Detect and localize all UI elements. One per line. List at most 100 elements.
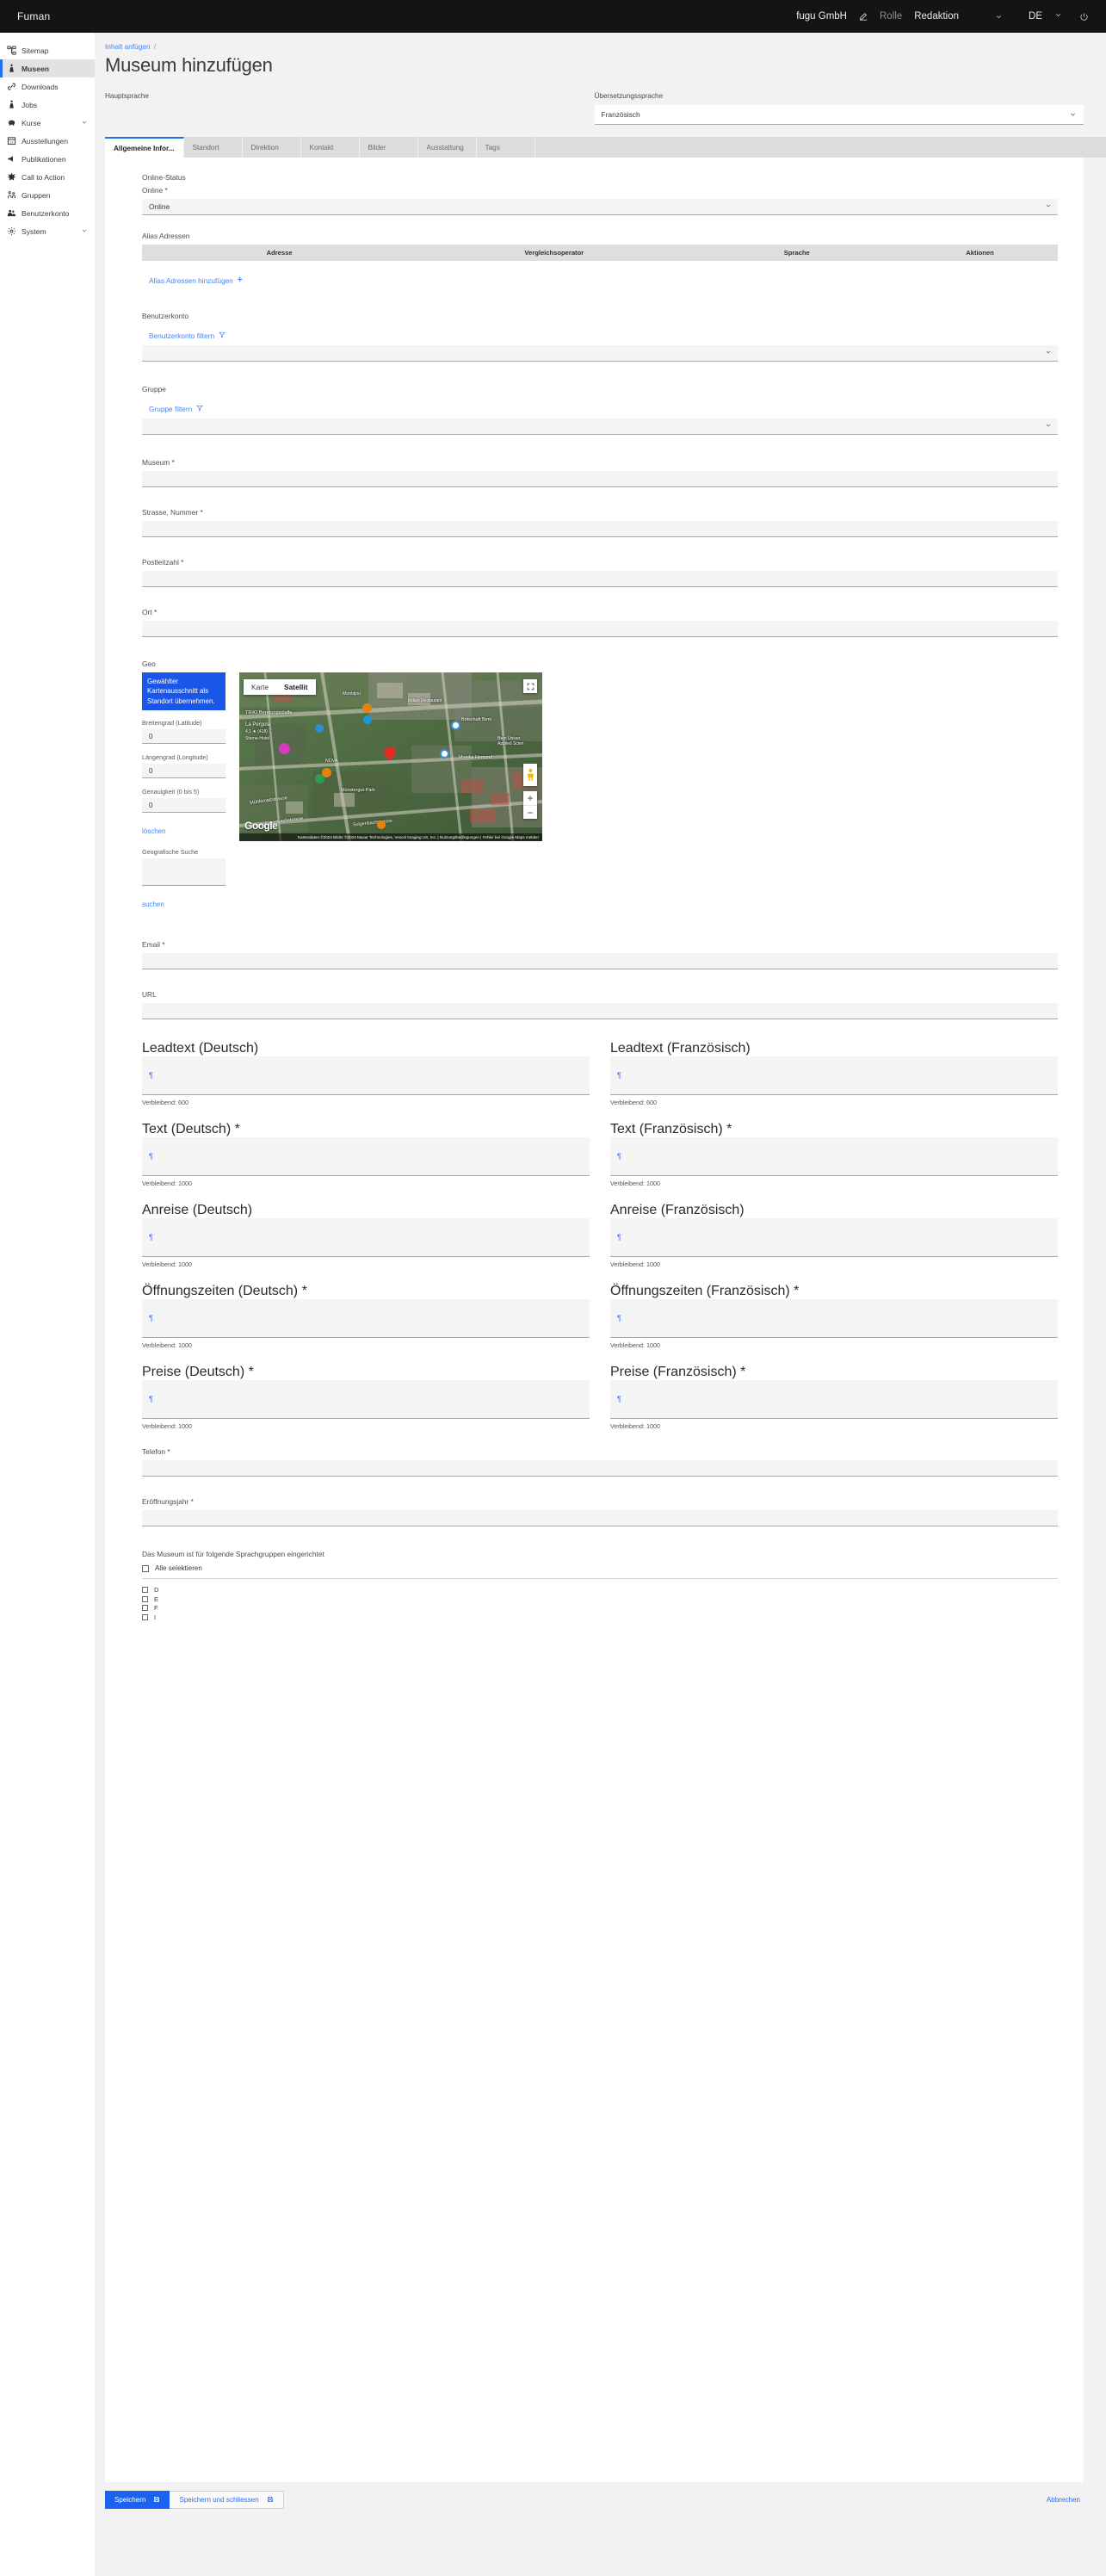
eroeffnungsjahr-input[interactable]	[142, 1510, 1058, 1527]
gruppe-select[interactable]	[142, 418, 1058, 435]
sprachgruppe-row-e[interactable]: E	[142, 1595, 1058, 1603]
museum-input[interactable]	[142, 471, 1058, 487]
leadtext-fr-textarea[interactable]: ¶	[610, 1056, 1058, 1096]
text-fr-textarea[interactable]: ¶	[610, 1137, 1058, 1177]
preise-fr-textarea[interactable]: ¶	[610, 1380, 1058, 1420]
latitude-input[interactable]: 0	[142, 729, 226, 745]
sidebar-item-publikationen[interactable]: Publikationen	[0, 150, 95, 168]
tab-allgemeine-informationen[interactable]: Allgemeine Infor...	[105, 137, 184, 158]
benutzerkonto-select[interactable]	[142, 345, 1058, 362]
sidebar-item-label: Benutzerkonto	[22, 208, 70, 218]
leadtext-de-textarea[interactable]: ¶	[142, 1056, 590, 1096]
map-type-satellit[interactable]: Satellit	[276, 679, 315, 695]
strasse-input[interactable]	[142, 521, 1058, 537]
preise-de-label: Preise (Deutsch) *	[142, 1365, 254, 1380]
email-input[interactable]	[142, 953, 1058, 970]
online-status-title: Online-Status	[142, 173, 186, 182]
sidebar-item-jobs[interactable]: Jobs	[0, 96, 95, 114]
oeffnungszeiten-de-textarea[interactable]: ¶	[142, 1299, 590, 1339]
briefcase-icon	[5, 100, 18, 109]
language-value[interactable]: DE	[1029, 11, 1042, 22]
sidebar-item-benutzerkonto[interactable]: Benutzerkonto	[0, 204, 95, 222]
sidebar-item-call-to-action[interactable]: Call to Action	[0, 168, 95, 186]
sidebar-item-sitemap[interactable]: Sitemap	[0, 41, 95, 59]
map-poi-pin[interactable]	[315, 724, 324, 733]
ort-input[interactable]	[142, 621, 1058, 637]
sprachgruppe-row-i[interactable]: I	[142, 1613, 1058, 1621]
pencil-icon[interactable]	[859, 12, 868, 21]
map-poi-pin[interactable]	[440, 749, 449, 759]
online-select[interactable]: Online	[142, 199, 1058, 215]
select-all-checkbox[interactable]	[142, 1564, 149, 1572]
sprachgruppe-checkbox-f[interactable]	[142, 1605, 148, 1612]
sprachgruppe-checkbox-d[interactable]	[142, 1587, 148, 1594]
postleitzahl-input[interactable]	[142, 571, 1058, 587]
url-input[interactable]	[142, 1003, 1058, 1020]
map-poi-pin[interactable]	[363, 715, 372, 724]
geo-title: Geo	[142, 659, 156, 668]
translation-language-select[interactable]: Französisch	[594, 105, 1084, 125]
map-poi-pin[interactable]	[362, 703, 372, 713]
tab-direktion[interactable]: Direktion	[242, 137, 301, 158]
tab-tags[interactable]: Tags	[476, 137, 535, 158]
sprachgruppe-row-d[interactable]: D	[142, 1586, 1058, 1594]
fullscreen-icon[interactable]	[523, 679, 537, 693]
sidebar-item-gruppen[interactable]: Gruppen	[0, 186, 95, 204]
tab-kontakt[interactable]: Kontakt	[300, 137, 360, 158]
zoom-out-button[interactable]: −	[523, 805, 537, 819]
tab-standort[interactable]: Standort	[183, 137, 243, 158]
map-poi-pin[interactable]	[279, 743, 290, 754]
longitude-input[interactable]: 0	[142, 764, 226, 779]
anreise-de-textarea[interactable]: ¶	[142, 1218, 590, 1258]
cancel-button[interactable]: Abbrechen	[1047, 2496, 1084, 2504]
text-cursor-icon: ¶	[149, 1152, 153, 1161]
street-view-icon[interactable]	[523, 764, 537, 786]
sidebar-item-museen[interactable]: Museen	[0, 59, 95, 77]
save-icon	[153, 2496, 160, 2505]
tab-ausstattung[interactable]: Ausstattung	[417, 137, 477, 158]
sprachgruppe-checkbox-i[interactable]	[142, 1613, 148, 1620]
chevron-down-icon[interactable]	[81, 227, 88, 236]
chevron-down-icon	[1045, 202, 1052, 211]
telefon-input[interactable]	[142, 1460, 1058, 1477]
tab-bilder[interactable]: Bilder	[359, 137, 418, 158]
preise-de-textarea[interactable]: ¶	[142, 1380, 590, 1420]
map-poi-pin[interactable]	[377, 820, 386, 829]
leadtext-fr-label: Leadtext (Französisch)	[610, 1041, 751, 1056]
select-all-row[interactable]: Alle selektieren	[142, 1564, 1058, 1572]
sprachgruppe-checkbox-e[interactable]	[142, 1595, 148, 1602]
delete-geo-link[interactable]: löschen	[142, 827, 166, 835]
text-de-textarea[interactable]: ¶	[142, 1137, 590, 1177]
filter-gruppe-link[interactable]: Gruppe filtern	[149, 405, 204, 413]
map-label: Botschaft Bern	[461, 717, 492, 722]
sidebar-item-ausstellungen[interactable]: 12 Ausstellungen	[0, 132, 95, 150]
breadcrumb-link[interactable]: Inhalt anfügen	[105, 42, 151, 51]
map-poi-pin[interactable]	[315, 774, 324, 783]
sidebar-item-kurse[interactable]: Kurse	[0, 114, 95, 132]
role-value[interactable]: Redaktion	[914, 11, 959, 22]
save-button[interactable]: Speichern	[105, 2491, 170, 2509]
apply-map-viewport-button[interactable]: Gewählter Kartenausschnitt als Standort …	[142, 672, 226, 711]
filter-icon	[219, 331, 226, 340]
add-alias-address-link[interactable]: Alias Adressen hinzufügen +	[149, 276, 243, 286]
map-type-karte[interactable]: Karte	[244, 679, 276, 695]
map-widget[interactable]: TRiiO Beratungsstelle La Pergola 4,1 ★ (…	[239, 672, 542, 841]
anreise-fr-textarea[interactable]: ¶	[610, 1218, 1058, 1258]
chevron-down-icon[interactable]	[971, 13, 1016, 21]
accuracy-input[interactable]: 0	[142, 798, 226, 814]
sidebar-item-downloads[interactable]: Downloads	[0, 77, 95, 96]
map-poi-pin[interactable]	[451, 721, 460, 730]
language-chevron-down-icon[interactable]	[1054, 11, 1062, 22]
strasse-label: Strasse, Nummer *	[142, 508, 203, 517]
zoom-in-button[interactable]: +	[523, 791, 537, 805]
save-and-close-button[interactable]: Speichern und schliessen	[170, 2491, 284, 2509]
geosearch-input[interactable]	[142, 858, 226, 887]
sprachgruppe-row-f[interactable]: F	[142, 1604, 1058, 1612]
search-geo-link[interactable]: suchen	[142, 901, 164, 908]
filter-benutzerkonto-link[interactable]: Benutzerkonto filtern	[149, 331, 226, 340]
oeffnungszeiten-fr-textarea[interactable]: ¶	[610, 1299, 1058, 1339]
sidebar-item-system[interactable]: System	[0, 222, 95, 240]
sprachgruppe-label-e: E	[154, 1595, 159, 1603]
power-icon[interactable]	[1079, 12, 1089, 22]
chevron-down-icon[interactable]	[81, 119, 88, 127]
